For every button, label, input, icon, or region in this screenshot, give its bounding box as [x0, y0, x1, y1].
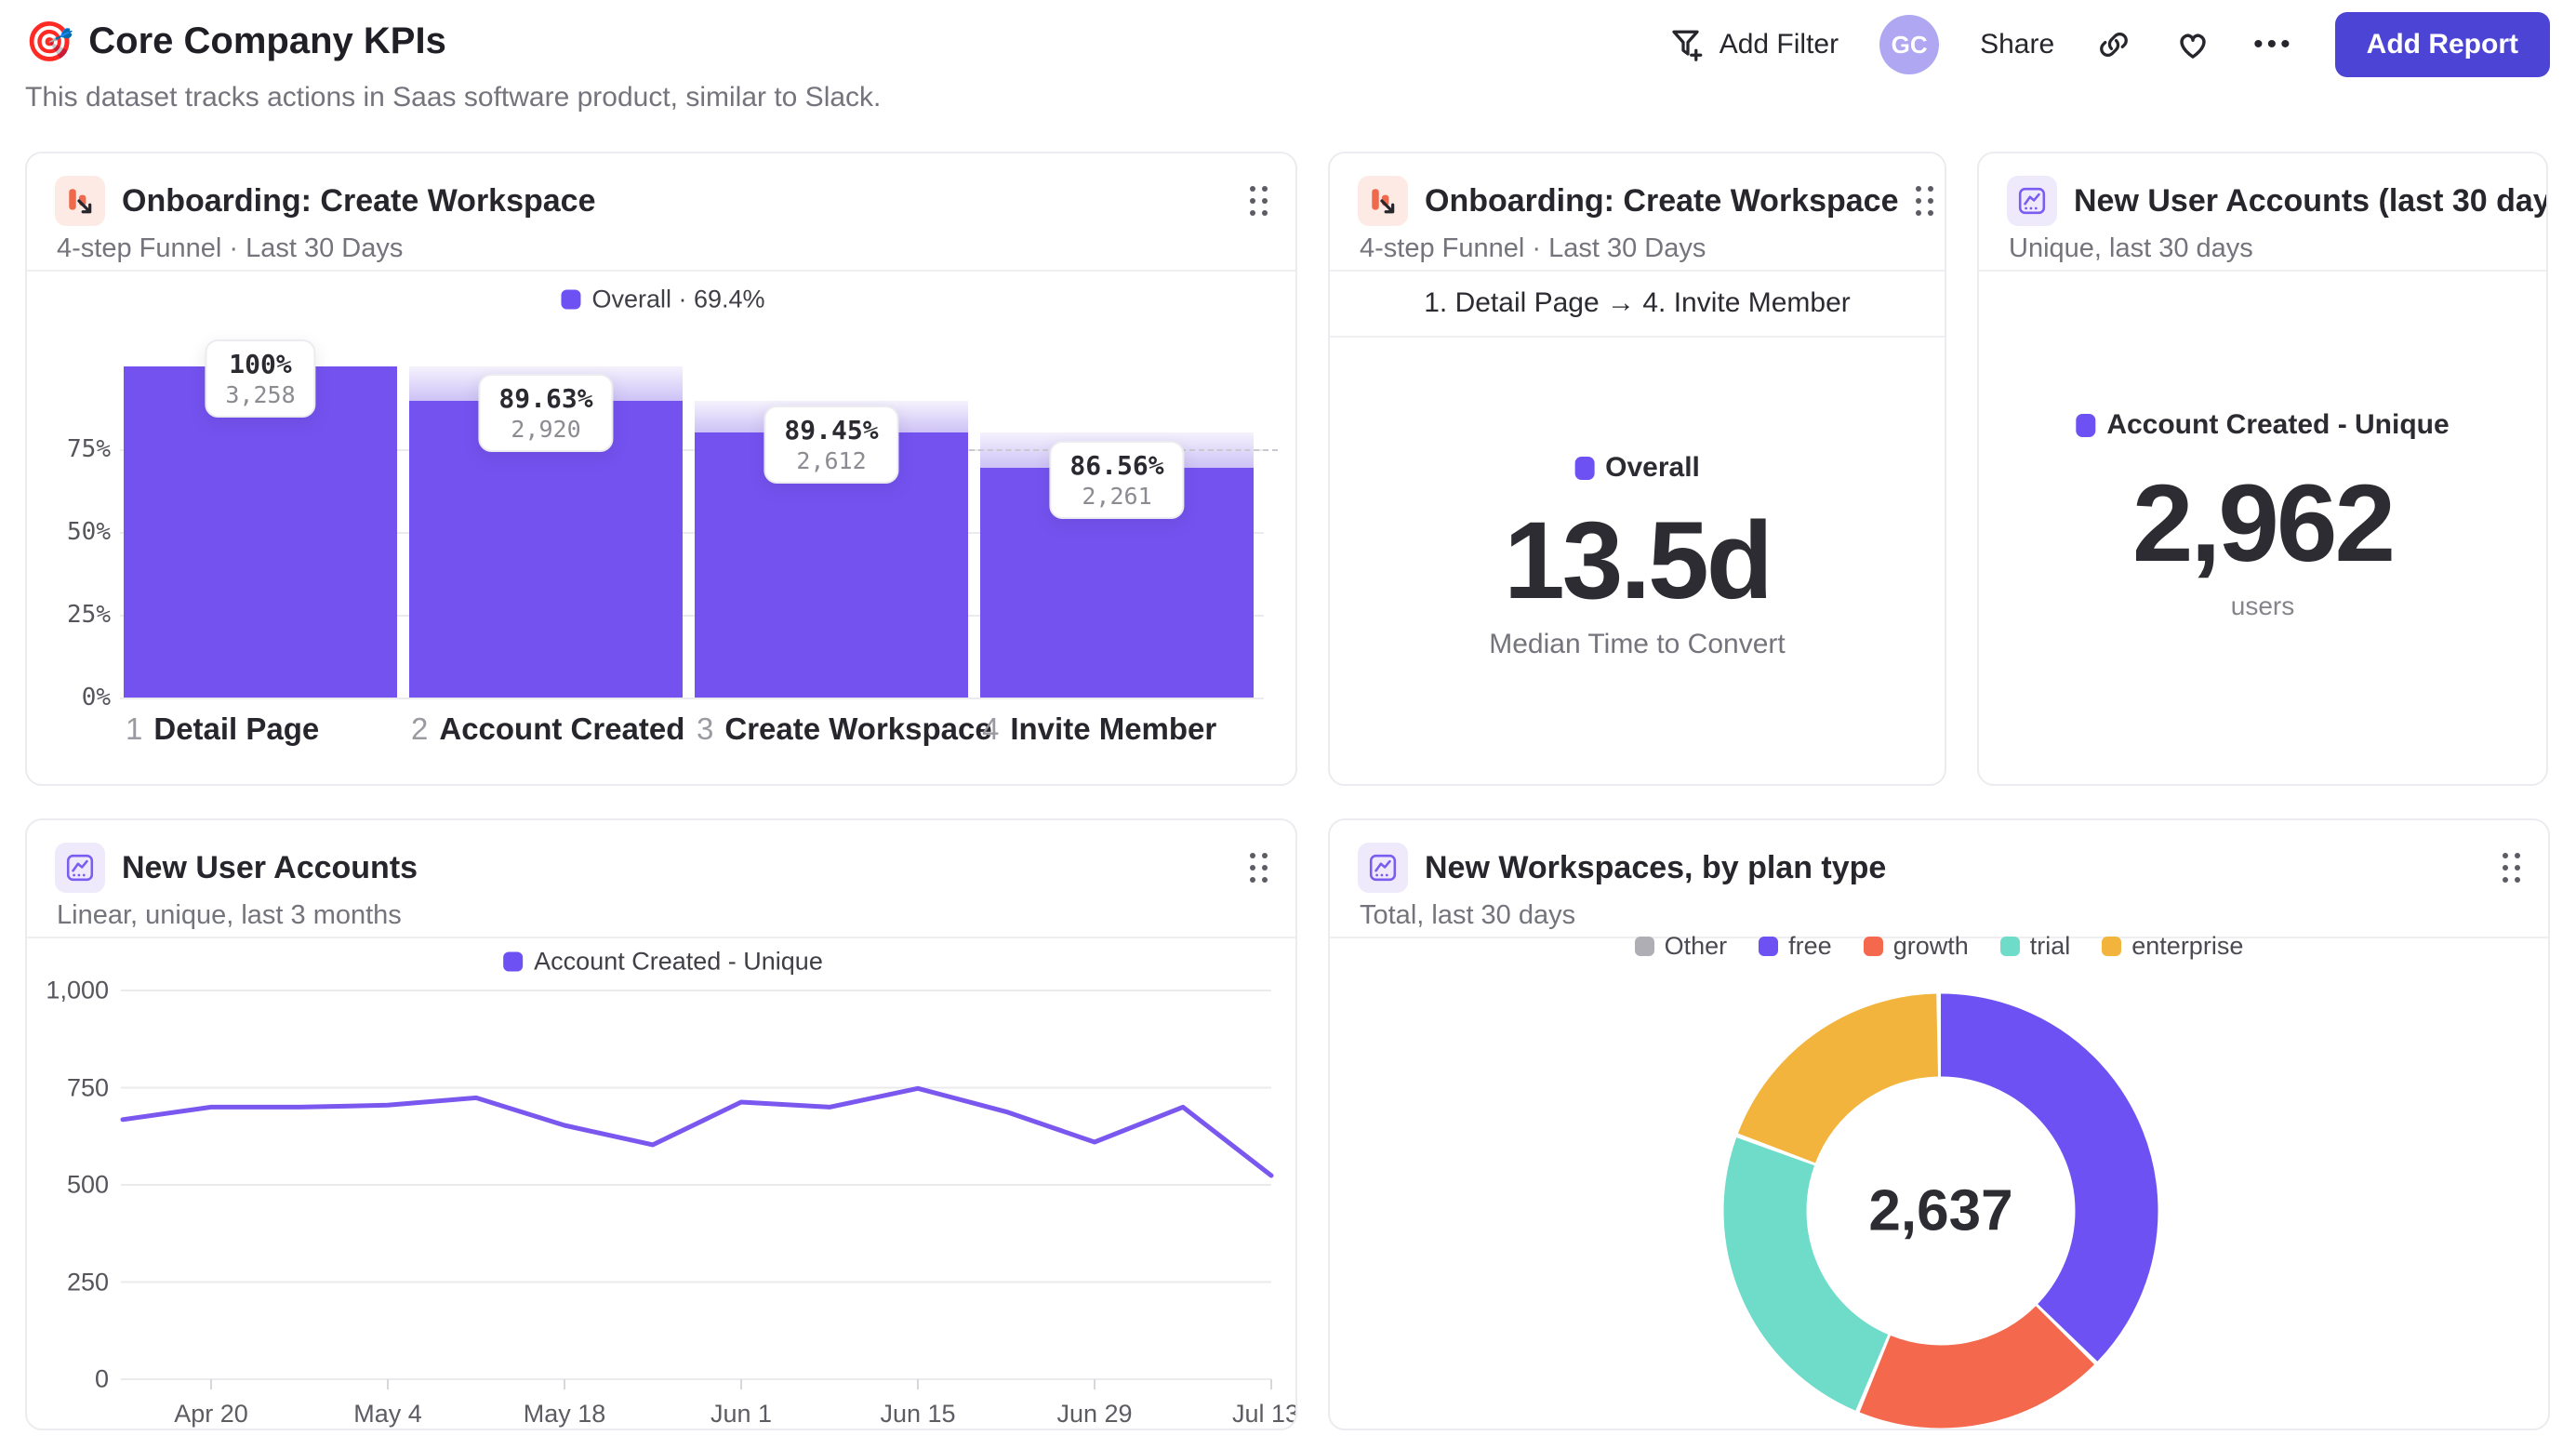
card-median-time: Onboarding: Create Workspace 4-step Funn…: [1328, 152, 1946, 786]
y-axis-tick-label: 25%: [67, 601, 111, 629]
legend-swatch: [1634, 937, 1654, 956]
card-new-users-30d: New User Accounts (last 30 days) Unique,…: [1977, 152, 2548, 786]
card-workspaces-by-plan: New Workspaces, by plan type Total, last…: [1328, 818, 2550, 1430]
funnel-tooltip: 89.45% 2,612: [764, 405, 899, 484]
legend-item[interactable]: free: [1759, 932, 1832, 961]
legend-swatch: [2076, 413, 2096, 437]
add-report-button[interactable]: Add Report: [2334, 12, 2550, 77]
card-onboarding-funnel: Onboarding: Create Workspace 4-step Funn…: [25, 152, 1297, 786]
legend-item[interactable]: growth: [1863, 932, 1969, 961]
legend-label: Account Created - Unique: [2106, 409, 2450, 440]
funnel-range-label: 1. Detail Page → 4. Invite Member: [1424, 287, 1851, 318]
metric-caption: users: [2230, 592, 2295, 620]
gridline: [120, 698, 1264, 699]
more-menu-button[interactable]: •••: [2253, 29, 2294, 60]
y-axis-tick-label: 50%: [67, 518, 111, 546]
page-title: Core Company KPIs: [88, 20, 446, 61]
share-button[interactable]: Share: [1980, 29, 2054, 60]
series-legend[interactable]: Overall: [1574, 452, 1700, 484]
legend-label: Overall: [1605, 452, 1700, 483]
add-filter-label: Add Filter: [1719, 29, 1839, 60]
legend-swatch: [561, 289, 581, 310]
legend-label: free: [1788, 932, 1832, 960]
legend-swatch: [1574, 456, 1595, 480]
legend-swatch: [1759, 937, 1779, 956]
legend-label: Other: [1664, 932, 1728, 960]
legend-swatch: [1863, 937, 1883, 956]
legend-label: Overall · 69.4%: [591, 285, 765, 313]
filter-plus-icon: [1672, 30, 1703, 61]
funnel-chart[interactable]: Overall · 69.4% 75% 50% 25% 0% 100% 3,258 1 Det…: [27, 153, 1295, 784]
card-new-users-trend: New User Accounts Linear, unique, last 3…: [25, 818, 1297, 1430]
copy-link-button[interactable]: [2095, 26, 2132, 63]
legend-label: enterprise: [2131, 932, 2244, 960]
donut-chart[interactable]: Other free growth trial enterprise 2,637: [1330, 820, 2548, 1429]
metric-value: 13.5d: [1504, 499, 1773, 622]
divider: [1330, 336, 1945, 338]
funnel-step-label: 4 Invite Member: [982, 711, 1217, 746]
median-time-body: 1. Detail Page → 4. Invite Member Overal…: [1330, 153, 1945, 784]
page-header: 🎯 Core Company KPIs This dataset tracks …: [25, 0, 2550, 140]
funnel-tooltip: 89.63% 2,920: [478, 373, 614, 452]
line-chart-svg: [120, 990, 1274, 1389]
metric-value: 2,962: [2131, 462, 2396, 585]
heart-icon: [2180, 33, 2206, 59]
dashboard: 🎯 Core Company KPIs This dataset tracks …: [0, 0, 2576, 1449]
favorite-button[interactable]: [2173, 25, 2212, 64]
funnel-legend[interactable]: Overall · 69.4%: [561, 285, 765, 314]
y-axis-tick-label: 75%: [67, 435, 111, 463]
line-chart[interactable]: Account Created - Unique 1,000 750 500 250 0…: [27, 820, 1295, 1429]
funnel-tooltip: 86.56% 2,261: [1049, 440, 1185, 519]
legend-swatch: [2102, 937, 2122, 956]
y-axis-tick-label: 0%: [81, 684, 111, 711]
donut-center-value: 2,637: [1868, 1178, 2013, 1243]
legend-item[interactable]: trial: [1999, 932, 2071, 961]
funnel-tooltip: 100% 3,258: [205, 339, 316, 418]
share-label: Share: [1980, 29, 2055, 60]
dashboard-emoji-icon: 🎯: [25, 19, 74, 63]
legend-label: trial: [2029, 932, 2071, 960]
series-legend[interactable]: Account Created - Unique: [2076, 409, 2450, 441]
add-filter-button[interactable]: Add Filter: [1669, 26, 1839, 63]
page-subtitle: This dataset tracks actions in Saas soft…: [25, 82, 882, 113]
legend-item[interactable]: enterprise: [2102, 932, 2243, 961]
link-icon: [2100, 33, 2128, 57]
donut-legend: Other free growth trial enterprise: [1330, 932, 2548, 961]
funnel-step-label: 1 Detail Page: [126, 711, 320, 746]
legend-swatch: [1999, 937, 2020, 956]
legend-item[interactable]: Other: [1634, 932, 1728, 961]
funnel-step-label: 2 Account Created: [411, 711, 685, 746]
funnel-step-label: 3 Create Workspace: [697, 711, 992, 746]
new-users-30d-body: Account Created - Unique 2,962 users: [1979, 153, 2546, 784]
metric-caption: Median Time to Convert: [1489, 629, 1786, 659]
legend-label: growth: [1892, 932, 1969, 960]
avatar[interactable]: GC: [1879, 15, 1940, 74]
line-series[interactable]: [120, 1085, 1274, 1178]
